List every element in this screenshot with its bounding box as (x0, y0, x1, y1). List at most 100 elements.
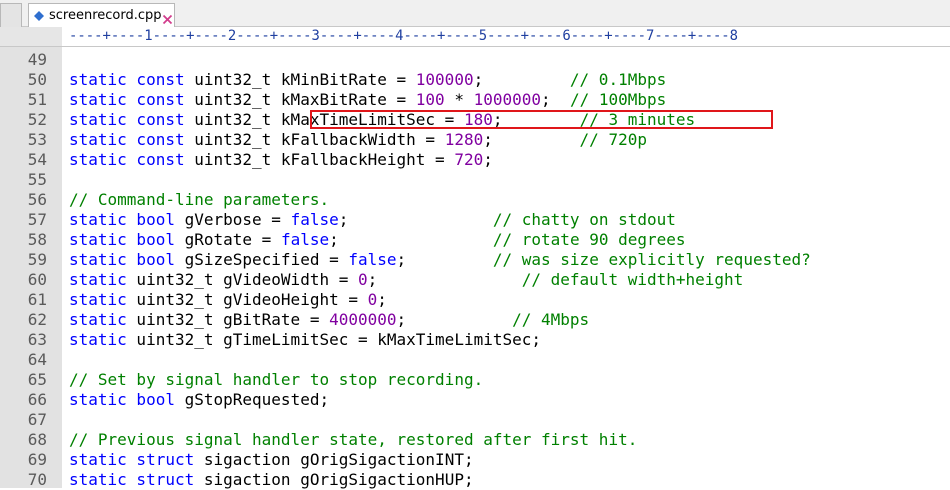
code-line[interactable]: 50 static const uint32_t kMinBitRate = 10… (0, 70, 950, 90)
code-text: static const uint32_t kFallbackWidth = 1… (69, 130, 647, 150)
code-token: uint32_t gBitRate = (126, 310, 330, 329)
code-token: ; (473, 70, 570, 89)
code-line[interactable]: 70 static struct sigaction gOrigSigaction… (0, 470, 950, 490)
ruler-corner (0, 27, 62, 46)
code-token: ; (541, 90, 570, 109)
code-line[interactable]: 56 // Command-line parameters. (0, 190, 950, 210)
code-token: gRotate = (174, 230, 281, 249)
code-token: uint32_t gTimeLimitSec = kMaxTimeLimitSe… (126, 330, 542, 349)
code-token: static bool (69, 210, 175, 229)
column-ruler: ----+----1----+----2----+----3----+----4… (0, 27, 950, 47)
code-line[interactable]: 60 static uint32_t gVideoWidth = 0; // de… (0, 270, 950, 290)
code-text: static struct sigaction gOrigSigactionHU… (69, 470, 474, 490)
code-line[interactable]: 64 (0, 350, 950, 370)
code-token: ; (396, 310, 513, 329)
code-line[interactable]: 63 static uint32_t gTimeLimitSec = kMaxTi… (0, 330, 950, 350)
code-text: static bool gSizeSpecified = false; // w… (69, 250, 811, 270)
code-token: // Previous signal handler state, restor… (69, 430, 638, 449)
code-token: static (69, 330, 127, 349)
code-token: 100 (415, 90, 445, 109)
code-text: // Previous signal handler state, restor… (69, 430, 637, 450)
code-line[interactable]: 53 static const uint32_t kFallbackWidth =… (0, 130, 950, 150)
code-token: // 4Mbps (512, 310, 590, 329)
code-line[interactable]: 52 static const uint32_t kMaxTimeLimitSec… (0, 110, 950, 130)
code-token: sigaction gOrigSigactionINT; (194, 450, 474, 469)
code-text: static const uint32_t kMinBitRate = 1000… (69, 70, 666, 90)
code-token: // 3 minutes (579, 110, 696, 129)
code-text: static const uint32_t kMaxTimeLimitSec =… (69, 110, 695, 130)
code-token: // Set by signal handler to stop recordi… (69, 370, 484, 389)
code-token: 1280 (444, 130, 484, 149)
previous-tab[interactable] (0, 3, 22, 27)
code-line[interactable]: 55 (0, 170, 950, 190)
code-token: uint32_t gVideoHeight = (126, 290, 368, 309)
code-token: // 720p (579, 130, 647, 149)
code-text: static struct sigaction gOrigSigactionIN… (69, 450, 474, 470)
code-token: ; (483, 150, 493, 169)
line-number: 52 (27, 110, 47, 129)
code-line[interactable]: 65 // Set by signal handler to stop recor… (0, 370, 950, 390)
code-token: // rotate 90 degrees (492, 230, 686, 249)
code-token: static const (69, 70, 185, 89)
line-number: 67 (27, 410, 47, 429)
ruler-scale: ----+----1----+----2----+----3----+----4… (69, 28, 739, 44)
tab-bar: screenrecord.cpp (0, 0, 950, 27)
code-token: false (348, 250, 397, 269)
close-icon[interactable] (162, 10, 173, 25)
code-token: // default width+height (521, 270, 744, 289)
code-token: static const (69, 130, 185, 149)
code-line[interactable]: 57 static bool gVerbose = false; // chatt… (0, 210, 950, 230)
line-number: 68 (27, 430, 47, 449)
code-token: 100000 (415, 70, 474, 89)
code-token: false (290, 210, 339, 229)
code-token: static struct (69, 450, 195, 469)
line-number: 69 (27, 450, 47, 469)
code-line[interactable]: 67 (0, 410, 950, 430)
code-token: gSizeSpecified = (174, 250, 349, 269)
code-token: static bool (69, 230, 175, 249)
code-token: 0 (367, 290, 378, 309)
line-number: 59 (27, 250, 47, 269)
code-token: uint32_t kFallbackWidth = (184, 130, 445, 149)
line-number: 53 (27, 130, 47, 149)
code-token: 1000000 (473, 90, 542, 109)
code-line[interactable]: 58 static bool gRotate = false; // rotate… (0, 230, 950, 250)
code-token: // Command-line parameters. (69, 190, 330, 209)
line-number: 50 (27, 70, 47, 89)
code-token: ; (367, 270, 522, 289)
code-text: static const uint32_t kMaxBitRate = 100 … (69, 90, 666, 110)
code-token: ; (329, 230, 493, 249)
code-token: static struct (69, 470, 195, 489)
code-token: 180 (463, 110, 493, 129)
code-editor[interactable]: 49 50 static const uint32_t kMinBitRate = … (0, 50, 950, 490)
code-line[interactable]: 69 static struct sigaction gOrigSigaction… (0, 450, 950, 470)
line-number: 63 (27, 330, 47, 349)
code-token: static const (69, 90, 185, 109)
tab-label: screenrecord.cpp (49, 8, 162, 23)
code-line[interactable]: 51 static const uint32_t kMaxBitRate = 10… (0, 90, 950, 110)
line-number: 70 (27, 470, 47, 489)
line-number: 60 (27, 270, 47, 289)
line-number: 61 (27, 290, 47, 309)
code-token: static const (69, 150, 185, 169)
tab-screenrecord[interactable]: screenrecord.cpp (28, 3, 175, 27)
line-number: 66 (27, 390, 47, 409)
code-token: // 0.1Mbps (569, 70, 667, 89)
code-token: 0 (357, 270, 368, 289)
code-token: 4000000 (329, 310, 397, 329)
code-line[interactable]: 59 static bool gSizeSpecified = false; //… (0, 250, 950, 270)
code-line[interactable]: 66 static bool gStopRequested; (0, 390, 950, 410)
code-token: static const (69, 110, 185, 129)
code-token: uint32_t kFallbackHeight = (184, 150, 455, 169)
code-line[interactable]: 49 (0, 50, 950, 70)
code-token: gStopRequested; (174, 390, 330, 409)
code-line[interactable]: 62 static uint32_t gBitRate = 4000000; //… (0, 310, 950, 330)
code-token: static (69, 290, 127, 309)
line-number: 64 (27, 350, 47, 369)
code-token: false (280, 230, 330, 249)
code-line[interactable]: 54 static const uint32_t kFallbackHeight … (0, 150, 950, 170)
code-token: static bool (69, 250, 175, 269)
code-line[interactable]: 68 // Previous signal handler state, rest… (0, 430, 950, 450)
code-token: uint32_t kMaxTimeLimitSec = (184, 110, 464, 129)
code-line[interactable]: 61 static uint32_t gVideoHeight = 0; (0, 290, 950, 310)
